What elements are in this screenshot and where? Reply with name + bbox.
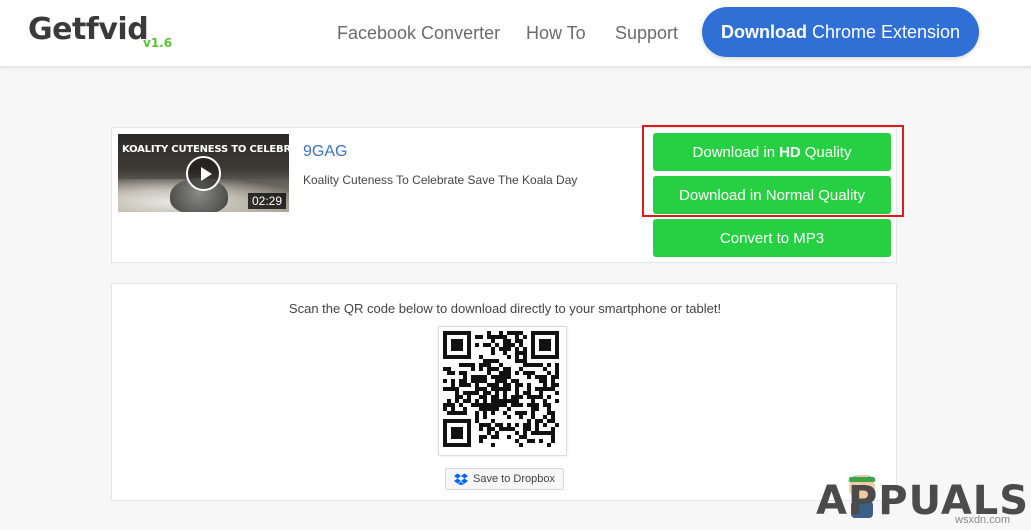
dropbox-label: Save to Dropbox [473,473,555,485]
site-logo[interactable]: Getfvid [28,12,149,47]
video-thumbnail[interactable]: KOALITY CUTENESS TO CELEBRATE 02:29 [118,134,289,212]
qr-finder-pattern [443,331,471,359]
play-icon[interactable] [186,156,221,191]
download-chrome-extension-button[interactable]: Download Chrome Extension [702,7,979,57]
extension-button-rest: Chrome Extension [811,21,961,42]
qr-instruction: Scan the QR code below to download direc… [288,301,722,316]
qr-code [438,326,567,456]
qr-finder-pattern [443,419,471,447]
highlight-box [642,125,904,217]
nav-how-to[interactable]: How To [526,23,586,44]
watermark-site: wsxdn.com [955,514,1011,526]
qr-finder-pattern [531,331,559,359]
qr-code-image [443,331,559,447]
convert-mp3-button[interactable]: Convert to MP3 [653,219,891,257]
video-duration: 02:29 [247,193,286,209]
version-badge: v1.6 [143,36,173,50]
nav-support[interactable]: Support [615,23,678,44]
site-header: Getfvid v1.6 Facebook Converter How To S… [0,0,1031,67]
dropbox-icon [454,473,469,485]
qr-card: Scan the QR code below to download direc… [111,283,897,501]
nav-facebook-converter[interactable]: Facebook Converter [337,23,500,44]
channel-name[interactable]: 9GAG [303,143,347,161]
thumbnail-title: KOALITY CUTENESS TO CELEBRATE [122,144,289,155]
extension-button-bold: Download [720,21,807,42]
video-title: Koality Cuteness To Celebrate Save The K… [303,173,578,187]
save-to-dropbox-button[interactable]: Save to Dropbox [445,468,564,490]
